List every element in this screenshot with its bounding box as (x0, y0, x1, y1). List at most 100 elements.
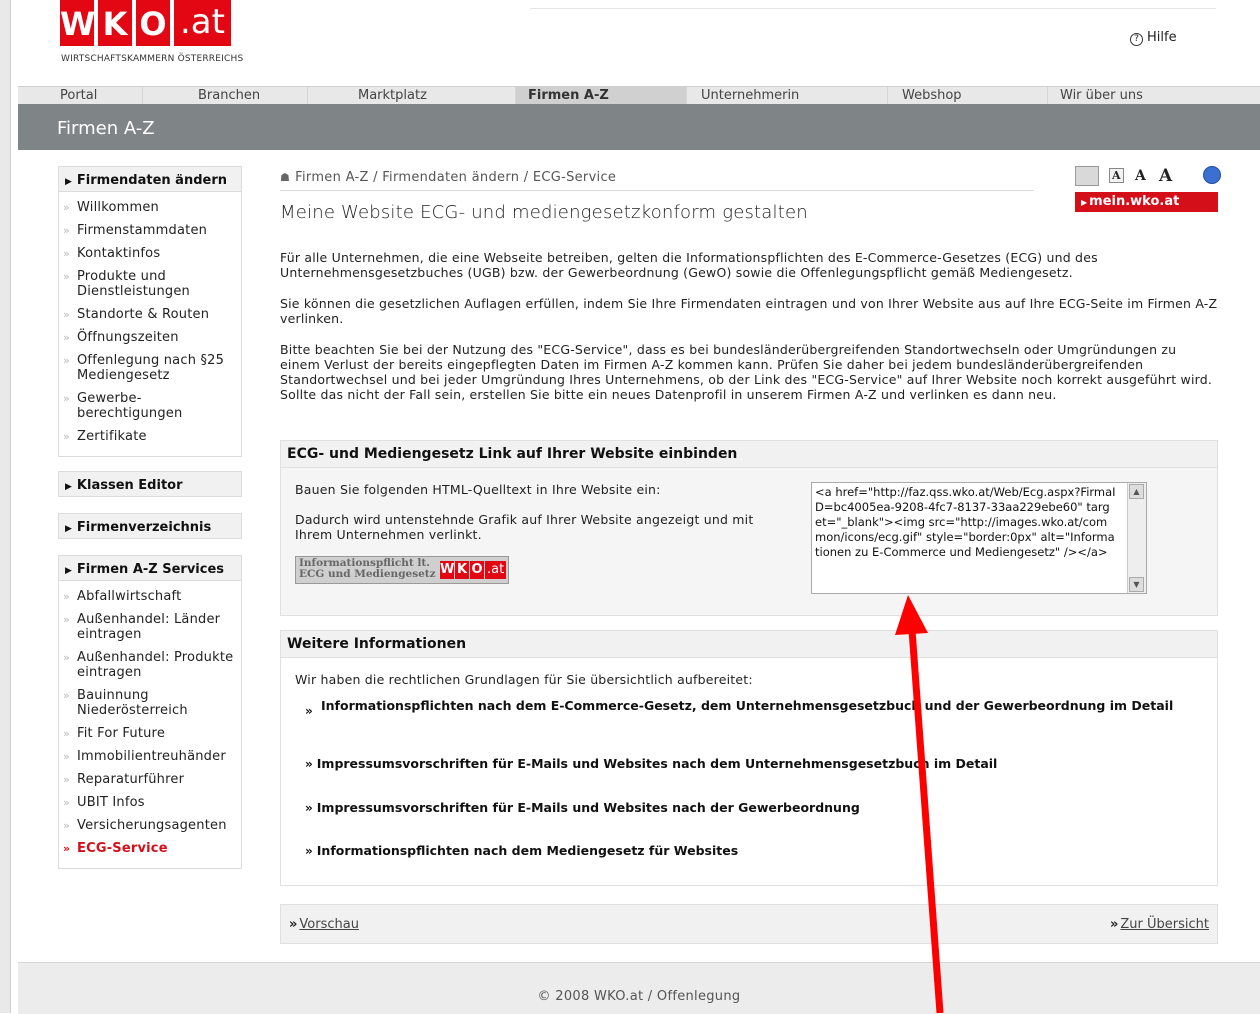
intro-paragraph-3: Bitte beachten Sie bei der Nutzung des "… (280, 342, 1213, 402)
font-size-small-button[interactable]: A (1109, 168, 1124, 183)
main-nav: Portal Branchen Marktplatz Firmen A-Z Un… (18, 86, 1260, 105)
sidebar-item-oeffnungszeiten[interactable]: » Öffnungszeiten (59, 330, 241, 345)
accessibility-icon[interactable] (1203, 166, 1221, 184)
tab-label: Portal (60, 88, 98, 103)
help-link[interactable]: ? Hilfe (1130, 30, 1177, 46)
badge-logo-letter: K (455, 561, 469, 579)
sidebar-item-reparaturfuehrer[interactable]: » Reparaturführer (59, 772, 241, 787)
chevron-icon: » (63, 819, 70, 832)
double-chevron-icon: » (305, 844, 313, 858)
chevron-icon: » (63, 689, 70, 702)
sidebar-item-offenlegung[interactable]: » Offenlegung nach §25 Mediengesetz (59, 353, 241, 383)
printer-icon[interactable] (1075, 166, 1099, 186)
chevron-icon: » (63, 796, 70, 809)
preview-link-label[interactable]: Vorschau (299, 917, 359, 932)
sidebar-item-abfallwirtschaft[interactable]: » Abfallwirtschaft (59, 589, 241, 604)
chevron-icon: » (63, 590, 70, 603)
double-chevron-icon: » (305, 801, 313, 815)
mein-wko-label: mein.wko.at (1089, 194, 1180, 209)
scroll-down-icon[interactable]: ▼ (1129, 577, 1144, 592)
sidebar-item-willkommen[interactable]: » Willkommen (59, 200, 241, 215)
sidebar-item-bauinnung[interactable]: » Bauinnung Niederösterreich (59, 688, 241, 718)
logo-subtitle: WIRTSCHAFTSKAMMERN ÖSTERREICHS (61, 54, 244, 64)
overview-link-label[interactable]: Zur Übersicht (1120, 917, 1209, 932)
badge-logo-letter: O (470, 561, 484, 579)
wko-logo[interactable]: W K O .at (60, 0, 231, 46)
info-link-label: Impressumsvorschriften für E-Mails und W… (316, 756, 998, 771)
sidebar-section-firmendaten[interactable]: ▶ Firmendaten ändern (58, 166, 242, 192)
tab-wir-ueber-uns[interactable]: Wir über uns (1047, 87, 1260, 105)
tab-branchen[interactable]: Branchen (142, 87, 307, 105)
overview-link[interactable]: » Zur Übersicht (1110, 917, 1209, 932)
sidebar-item-ubit-infos[interactable]: » UBIT Infos (59, 795, 241, 810)
sidebar-item-standorte[interactable]: » Standorte & Routen (59, 307, 241, 322)
triangle-right-icon: ▶ (65, 524, 72, 534)
logo-letter-k: K (98, 0, 132, 46)
sidebar-item-label: Produkte und Dienstleistungen (77, 269, 190, 299)
chevron-icon: » (63, 201, 70, 214)
chevron-icon: » (63, 270, 70, 283)
tab-portal[interactable]: Portal (18, 87, 142, 105)
sidebar-item-zertifikate[interactable]: » Zertifikate (59, 429, 241, 444)
sidebar-item-label: Kontaktinfos (77, 246, 161, 261)
info-link-label: Informationspflichten nach dem E-Commerc… (321, 698, 1174, 713)
sidebar-item-fit-for-future[interactable]: » Fit For Future (59, 726, 241, 741)
sidebar-item-immobilientreuhaender[interactable]: » Immobilientreuhänder (59, 749, 241, 764)
tab-marktplatz[interactable]: Marktplatz (307, 87, 515, 105)
breadcrumb-text[interactable]: Firmen A-Z / Firmendaten ändern / ECG-Se… (295, 170, 616, 185)
sidebar-item-label: Willkommen (77, 200, 159, 215)
sidebar-item-label: Zertifikate (77, 429, 147, 444)
tab-webshop[interactable]: Webshop (887, 87, 1047, 105)
info-link-3[interactable]: » Impressumsvorschriften für E-Mails und … (305, 800, 860, 815)
chevron-icon: » (63, 247, 70, 260)
chevron-icon: » (63, 308, 70, 321)
info-link-4[interactable]: » Informationspflichten nach dem Medienge… (305, 843, 738, 858)
triangle-right-icon: ▶ (65, 177, 72, 187)
font-size-medium-button[interactable]: A (1135, 168, 1146, 184)
section-title: Firmen A-Z (57, 118, 155, 139)
double-chevron-icon: » (305, 704, 313, 718)
badge-logo-suffix: .at (485, 561, 507, 579)
breadcrumb: ☗ Firmen A-Z / Firmendaten ändern / ECG-S… (280, 170, 616, 185)
section-band: Firmen A-Z (18, 104, 1260, 150)
sidebar-section-klassen-editor[interactable]: ▶ Klassen Editor (58, 471, 242, 497)
logo-letter-w: W (60, 0, 95, 46)
sidebar-item-ecg-service[interactable]: » ECG-Service (59, 841, 241, 856)
home-icon[interactable]: ☗ (280, 171, 290, 184)
sidebar-section-services[interactable]: ▶ Firmen A-Z Services (58, 555, 242, 581)
sidebar-item-label: Außenhandel: Produkte eintragen (77, 650, 234, 680)
sidebar-item-kontaktinfos[interactable]: » Kontaktinfos (59, 246, 241, 261)
intro-paragraph-1: Für alle Unternehmen, die eine Webseite … (280, 250, 1098, 280)
scroll-up-icon[interactable]: ▲ (1129, 484, 1144, 499)
chevron-icon: » (63, 727, 70, 740)
font-size-large-button[interactable]: A (1159, 166, 1172, 186)
info-link-1[interactable]: » Informationspflichten nach dem E-Commer… (305, 698, 1181, 718)
ecg-badge-image: Informationspflicht lt. ECG und Medienges… (295, 556, 509, 584)
chevron-icon: » (63, 392, 70, 405)
sidebar-item-label: Bauinnung Niederösterreich (77, 688, 188, 718)
sidebar-item-aussenhandel-produkte[interactable]: » Außenhandel: Produkte eintragen (59, 650, 241, 680)
embed-code-textarea[interactable]: <a href="http://faz.qss.wko.at/Web/Ecg.a… (811, 482, 1147, 594)
sidebar-item-gewerbeberechtigungen[interactable]: » Gewerbe-berechtigungen (59, 391, 241, 421)
tab-firmen-a-z[interactable]: Firmen A-Z (515, 87, 686, 105)
badge-line-2: ECG und Mediengesetz (299, 568, 436, 580)
embed-note: Dadurch wird untenstehnde Grafik auf Ihr… (295, 512, 754, 542)
mein-wko-link[interactable]: ▶ mein.wko.at (1075, 192, 1218, 212)
window-border (0, 0, 10, 1013)
sidebar-section-firmenverzeichnis[interactable]: ▶ Firmenverzeichnis (58, 513, 242, 539)
window-border-inner (10, 0, 18, 1013)
triangle-right-icon: ▶ (65, 566, 72, 576)
footer-text[interactable]: © 2008 WKO.at / Offenlegung (18, 989, 1260, 1004)
sidebar-item-firmenstammdaten[interactable]: » Firmenstammdaten (59, 223, 241, 238)
sidebar-list-firmendaten: » Willkommen » Firmenstammdaten » Kontaktin… (58, 192, 242, 457)
info-link-2[interactable]: » Impressumsvorschriften für E-Mails und … (305, 756, 997, 771)
sidebar-item-versicherungsagenten[interactable]: » Versicherungsagenten (59, 818, 241, 833)
code-scrollbar[interactable]: ▲ ▼ (1127, 483, 1146, 593)
tab-unternehmerin[interactable]: Unternehmerin (686, 87, 887, 105)
preview-link[interactable]: » Vorschau (289, 917, 359, 932)
info-link-label: Informationspflichten nach dem Medienges… (316, 843, 739, 858)
sidebar-item-aussenhandel-laender[interactable]: » Außenhandel: Länder eintragen (59, 612, 241, 642)
sidebar-item-produkte[interactable]: » Produkte und Dienstleistungen (59, 269, 241, 299)
sidebar-item-label: UBIT Infos (77, 795, 145, 810)
chevron-icon: » (63, 651, 70, 664)
